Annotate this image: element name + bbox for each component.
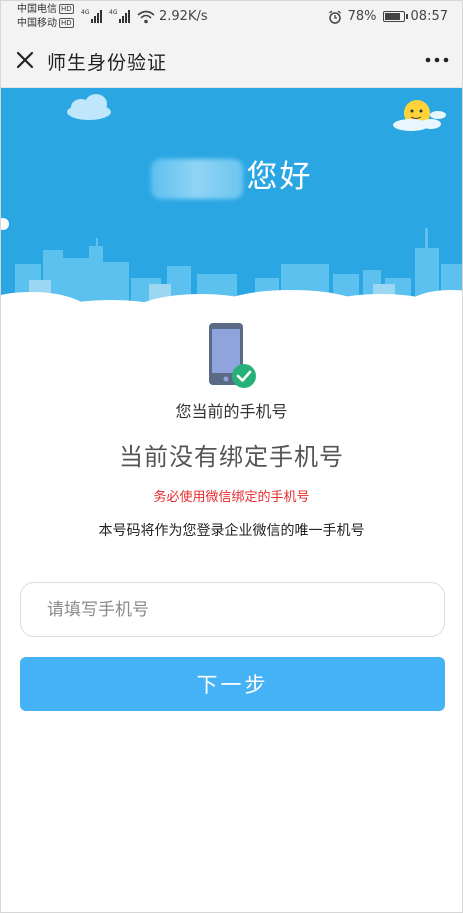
app-frame: 中国电信 HD 中国移动 HD 4G 4G 2.92K/s 78% 08:57 … (0, 0, 463, 913)
status-bar: 中国电信 HD 中国移动 HD 4G 4G 2.92K/s 78% 08:57 (1, 1, 462, 35)
next-button[interactable]: 下一步 (20, 657, 445, 711)
carrier-2-label: 中国移动 (17, 18, 57, 29)
hd-badge-2: HD (59, 18, 74, 28)
greeting-text: 您好 (246, 159, 313, 195)
greeting: 您好 (1, 151, 462, 199)
title-bar: 师生身份验证 (1, 35, 462, 88)
network-type-label: 4G (81, 9, 90, 16)
warning-text: 务必使用微信绑定的手机号 (153, 490, 310, 505)
alarm-icon (328, 9, 341, 24)
network-speed: 2.92K/s (159, 9, 208, 24)
phone-verified-icon (209, 323, 256, 388)
status-right: 78% 08:57 (328, 9, 448, 24)
clock: 08:57 (410, 9, 448, 24)
battery-icon (382, 11, 408, 22)
cloud-icon (67, 94, 111, 120)
close-icon[interactable] (13, 48, 37, 72)
description-text: 本号码将作为您登录企业微信的唯一手机号 (98, 523, 365, 539)
carrier-1-label: 中国电信 (17, 4, 57, 15)
page-title: 师生身份验证 (47, 52, 168, 74)
battery-fill (384, 13, 401, 20)
hd-badge-1: HD (59, 4, 74, 14)
blurred-username (150, 158, 243, 199)
more-icon[interactable] (424, 55, 450, 65)
city-illustration (1, 94, 462, 318)
current-phone-label: 您当前的手机号 (175, 402, 288, 421)
sun-icon (393, 100, 446, 131)
signal-icon: 4G (81, 9, 102, 23)
signal-icon-2: 4G (109, 9, 130, 23)
carrier-info: 中国电信 HD 中国移动 HD (17, 3, 74, 31)
no-phone-bound-text: 当前没有绑定手机号 (119, 443, 344, 471)
hero-banner: 您好 (1, 88, 462, 318)
battery-percent: 78% (347, 9, 377, 24)
phone-input[interactable] (20, 582, 445, 637)
wifi-icon (137, 10, 155, 24)
network-type-label-2: 4G (109, 9, 118, 16)
